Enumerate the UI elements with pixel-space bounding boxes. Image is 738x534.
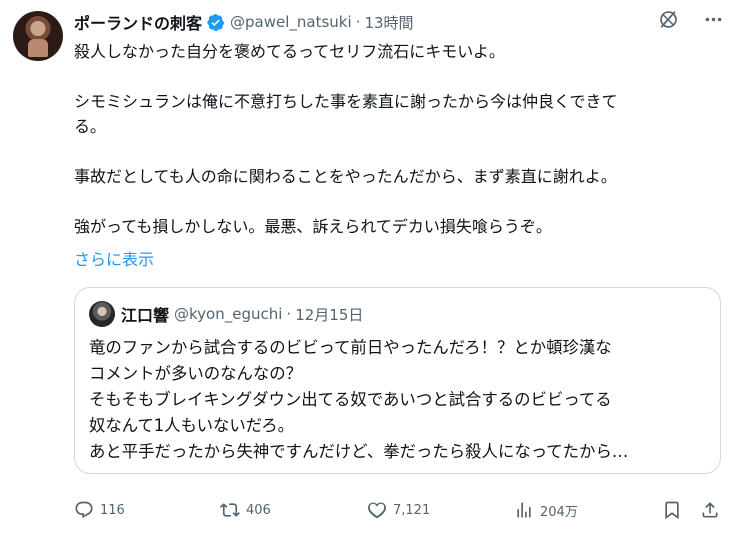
retweet-button[interactable]: 406 — [220, 497, 271, 523]
views-icon — [517, 502, 531, 518]
like-button[interactable]: 7,121 — [367, 497, 430, 523]
views-count: 204万 — [540, 504, 578, 520]
share-button[interactable] — [700, 497, 720, 523]
quoted-author-avatar — [89, 301, 115, 327]
bookmark-button[interactable] — [662, 497, 682, 523]
tweet-text-line: シモミシュランは俺に不意打ちした事を素直に謝ったから今は仲良くできて — [74, 92, 618, 111]
retweet-count: 406 — [246, 502, 271, 518]
quoted-text-line: 竜のファンから試合するのビビって前日やったんだろ！？とか頓珍漢な — [89, 338, 612, 357]
quoted-text-line: 奴なんて1人もいないだろ。 — [89, 416, 294, 435]
tweet-text-line: 殺人しなかった自分を褒めてるってセリフ流石にキモいよ。 — [74, 42, 505, 61]
author-avatar[interactable] — [13, 11, 63, 61]
quoted-tweet[interactable]: 江口響 @kyon_eguchi · 12月15日 竜のファンから試合するのビビ… — [74, 287, 721, 474]
more-icon[interactable] — [703, 9, 724, 30]
like-count: 7,121 — [393, 502, 431, 518]
views-button[interactable]: 204万 — [514, 497, 578, 523]
tweet-top-icons — [658, 9, 724, 30]
tweet-actions: 116 406 7,121 204万 — [74, 497, 724, 523]
tweet-header: ポーランドの刺客 @pawel_natsuki · 13時間 — [74, 10, 414, 34]
heart-icon — [368, 502, 386, 519]
bookmark-icon — [665, 501, 679, 520]
quoted-separator-dot: · — [286, 305, 292, 323]
verified-badge-icon — [207, 13, 225, 31]
separator-dot: · — [355, 13, 361, 31]
author-display-name[interactable]: ポーランドの刺客 — [74, 10, 202, 34]
quoted-author-display-name: 江口響 — [121, 306, 170, 325]
tweet[interactable]: ポーランドの刺客 @pawel_natsuki · 13時間 殺人しなかった自分… — [0, 0, 738, 534]
share-icon — [702, 502, 718, 518]
quoted-tweet-timestamp: 12月15日 — [295, 305, 364, 324]
reply-icon — [75, 501, 93, 519]
quoted-text-line: コメントが多いのなんなの？ — [89, 364, 303, 383]
reply-count: 116 — [100, 502, 125, 518]
quoted-tweet-text: 竜のファンから試合するのビビって前日やったんだろ！？とか頓珍漢な コメントが多い… — [89, 335, 714, 465]
tweet-text-line: 強がっても損しかしない。最悪、訴えられてデカい損失喰らうぞ。 — [74, 217, 552, 236]
quoted-text-line: そもそもブレイキングダウン出てる奴であいつと試合するのビビってる — [89, 390, 612, 409]
quoted-text-line: あと平手だったから失神ですんだけど、拳だったら殺人になってたから… — [89, 442, 629, 461]
tweet-text-line: る。 — [74, 117, 107, 136]
retweet-icon — [220, 503, 240, 517]
tweet-text: 殺人しなかった自分を褒めてるってセリフ流石にキモいよ。 シモミシュランは俺に不意… — [74, 39, 724, 239]
quoted-author-handle: @kyon_eguchi — [174, 305, 283, 323]
reply-button[interactable]: 116 — [74, 497, 125, 523]
author-handle[interactable]: @pawel_natsuki — [230, 13, 352, 31]
tweet-timestamp[interactable]: 13時間 — [364, 12, 413, 33]
grok-icon[interactable] — [658, 9, 679, 30]
tweet-text-line: 事故だとしても人の命に関わることをやったんだから、まず素直に謝れよ。 — [74, 167, 617, 186]
show-more-link[interactable]: さらに表示 — [74, 246, 154, 270]
quoted-tweet-header: 江口響 @kyon_eguchi · 12月15日 — [89, 301, 364, 327]
